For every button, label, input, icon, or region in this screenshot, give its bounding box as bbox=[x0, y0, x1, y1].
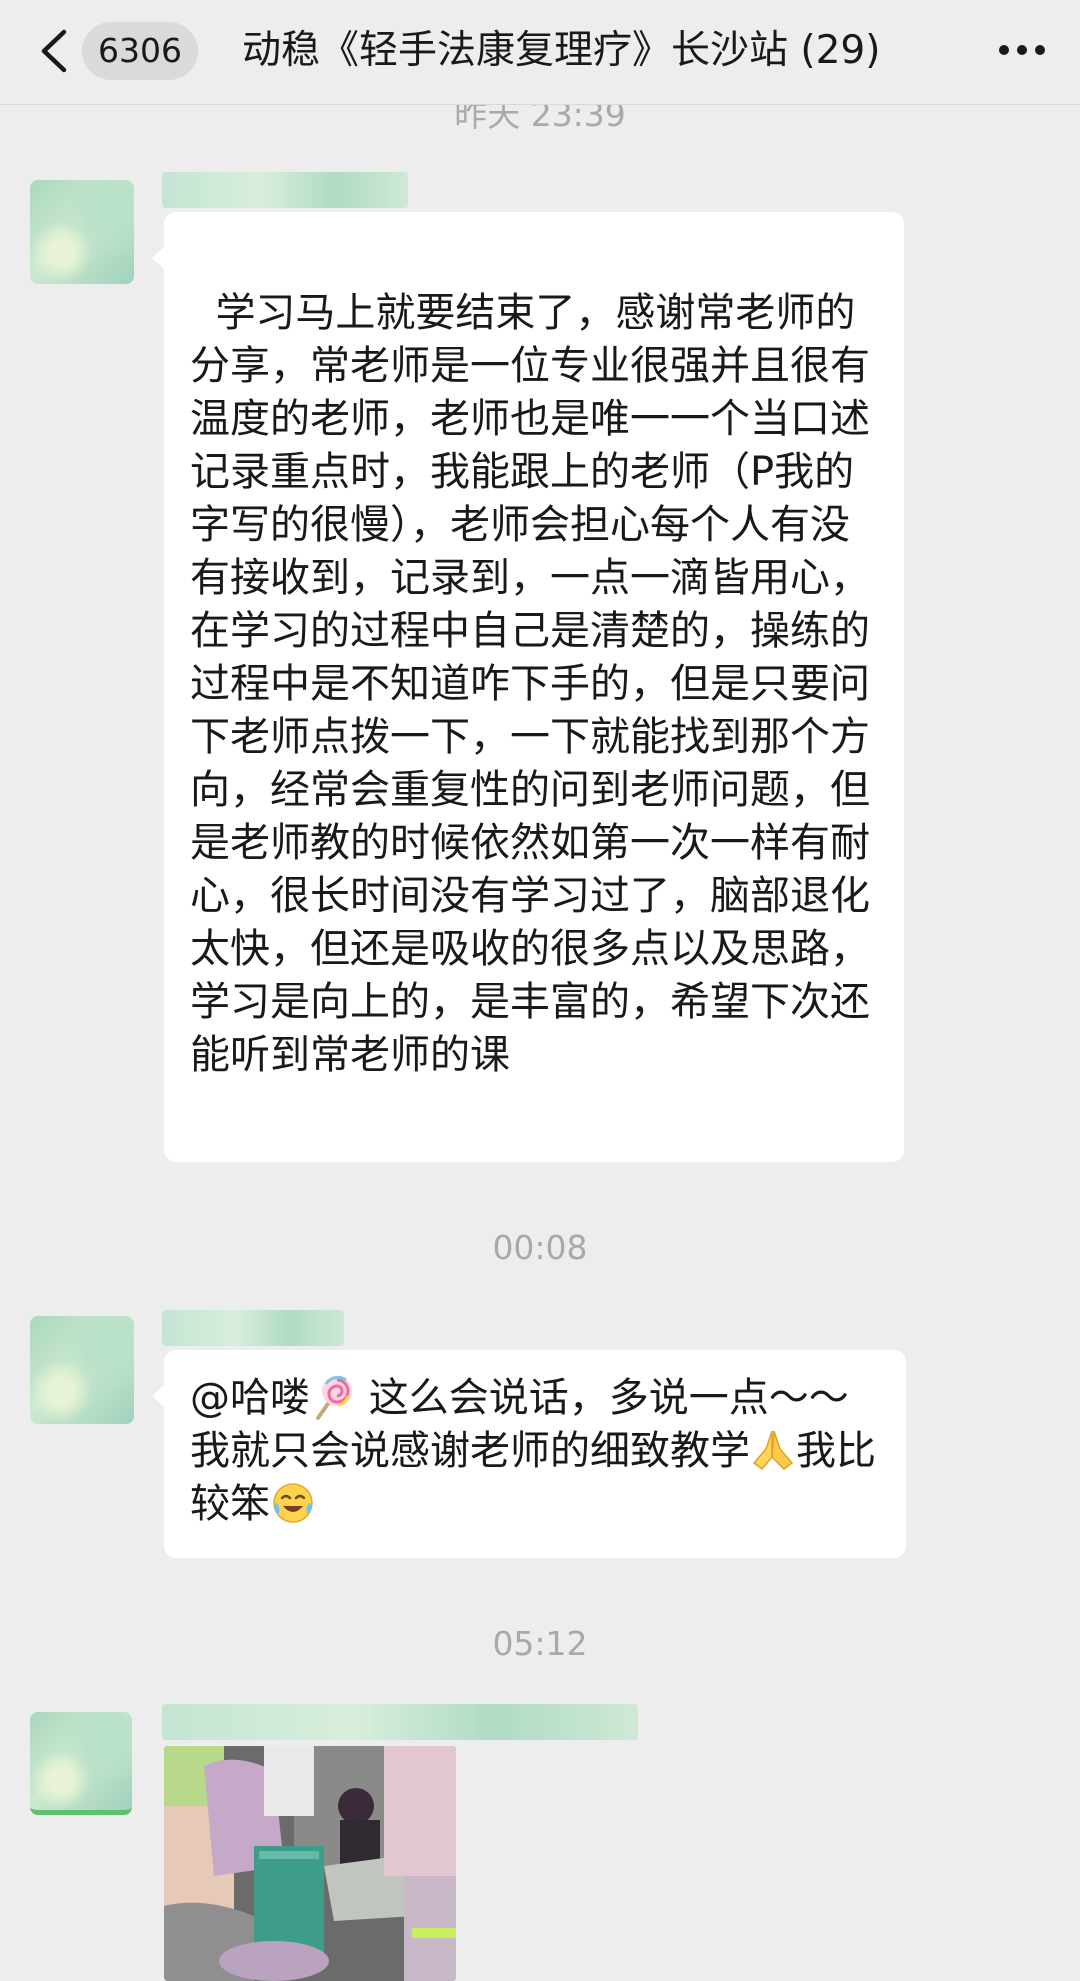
sender-name-blurred bbox=[162, 1310, 344, 1346]
timestamp: 00:08 bbox=[492, 1228, 588, 1267]
sender-name-blurred bbox=[162, 172, 408, 208]
message-text: 学习马上就要结束了，感谢常老师的分享，常老师是一位专业很强并且很有温度的老师，老… bbox=[190, 290, 870, 1078]
sender-name-blurred bbox=[162, 1704, 638, 1740]
avatar[interactable] bbox=[30, 1712, 132, 1815]
chat-title: 动稳《轻手法康复理疗》长沙站 (29) bbox=[242, 28, 881, 73]
avatar[interactable] bbox=[30, 180, 134, 284]
avatar[interactable] bbox=[30, 1316, 134, 1424]
chat-header: 6306 动稳《轻手法康复理疗》长沙站 (29) bbox=[0, 0, 1080, 105]
photo-message[interactable] bbox=[164, 1746, 456, 1981]
lollipop-icon bbox=[316, 1375, 352, 1420]
message-bubble[interactable]: @哈喽 这么会说话，多说一点～～我就只会说感谢老师的细致教学 我比较笨 bbox=[152, 1350, 906, 1558]
more-button[interactable] bbox=[994, 30, 1050, 70]
more-icon bbox=[999, 45, 1045, 55]
tears-of-joy-icon bbox=[273, 1483, 313, 1523]
photo-image bbox=[164, 1746, 456, 1981]
back-button[interactable] bbox=[34, 24, 74, 78]
pray-hands-icon bbox=[752, 1430, 794, 1471]
mention-text: @哈喽 bbox=[190, 1375, 310, 1421]
message-bubble[interactable]: 学习马上就要结束了，感谢常老师的分享，常老师是一位专业很强并且很有温度的老师，老… bbox=[152, 212, 904, 1162]
unread-count-badge[interactable]: 6306 bbox=[82, 22, 198, 80]
chevron-left-icon bbox=[41, 29, 67, 73]
timestamp: 05:12 bbox=[492, 1624, 588, 1663]
